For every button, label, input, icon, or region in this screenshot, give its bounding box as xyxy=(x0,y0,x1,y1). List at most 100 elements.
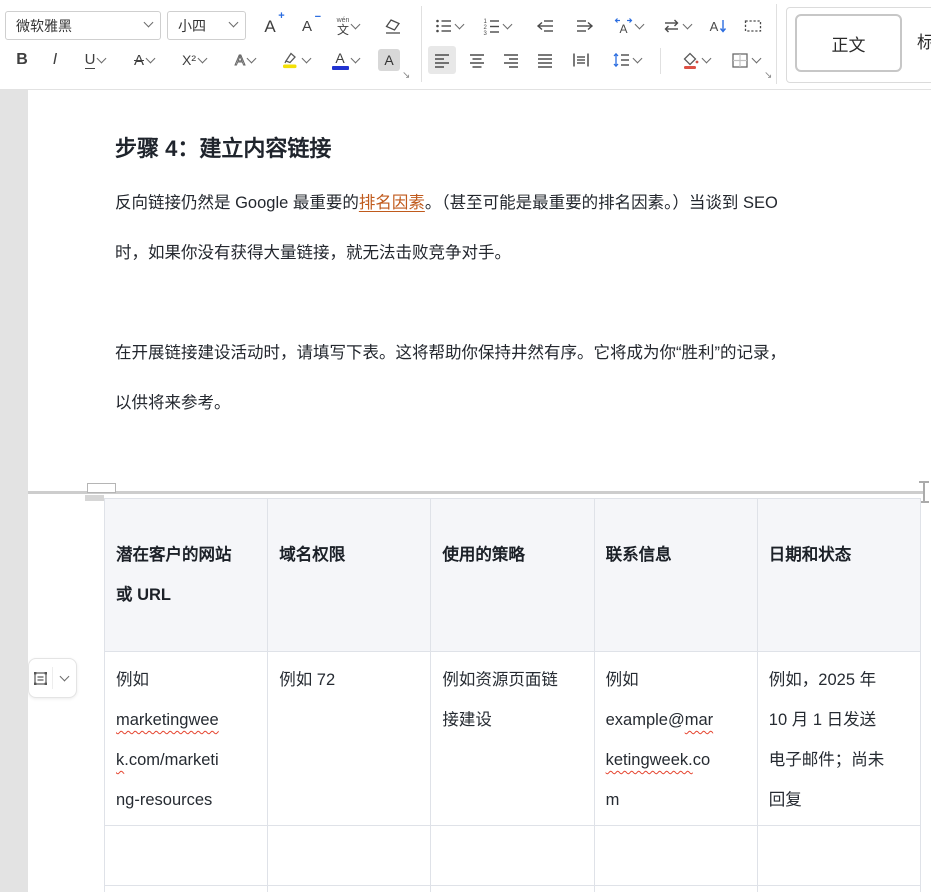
dialog-launcher-icon[interactable]: ↘ xyxy=(764,70,772,81)
line-spacing-button[interactable] xyxy=(601,46,651,74)
text-effects-button[interactable]: A xyxy=(222,45,268,75)
strikethrough-button[interactable]: A xyxy=(122,45,166,75)
sort-icon: A xyxy=(708,17,728,35)
highlight-color-icon xyxy=(280,50,300,70)
increase-indent-button[interactable] xyxy=(566,11,604,41)
italic-button[interactable]: I xyxy=(42,45,68,75)
table-cell[interactable] xyxy=(595,826,758,886)
table-header-row: 潜在客户的网站或 URL域名权限使用的策略 联系信息 日期和状态 xyxy=(105,499,921,652)
align-center-icon xyxy=(468,51,486,69)
table-cell[interactable] xyxy=(105,826,268,886)
text-effects-icon: A xyxy=(235,53,245,68)
sort-button[interactable]: A xyxy=(702,11,734,41)
chevron-down-icon xyxy=(752,53,762,63)
svg-text:A: A xyxy=(619,22,627,35)
table-cell[interactable]: 例如example@marketingweek.com xyxy=(595,652,758,826)
table-header-cell[interactable]: 潜在客户的网站或 URL xyxy=(105,499,268,652)
distribute-button[interactable] xyxy=(565,46,597,74)
table-header-cell[interactable]: 日期和状态 xyxy=(758,499,921,652)
text-segment: marketingwee xyxy=(116,711,219,729)
text-segment: 使用的策略 xyxy=(442,546,525,564)
svg-text:A: A xyxy=(710,19,719,34)
font-color-button[interactable]: A xyxy=(322,45,368,75)
page-separator-mark xyxy=(87,483,116,493)
table-cell[interactable] xyxy=(268,886,431,892)
underline-icon: U xyxy=(85,52,96,69)
table-header-cell[interactable]: 使用的策略 xyxy=(431,499,594,652)
table-cell[interactable]: 例如 72 xyxy=(268,652,431,826)
shading-button[interactable] xyxy=(672,45,718,75)
borders-button[interactable] xyxy=(722,45,768,75)
paragraph-frame-icon xyxy=(743,17,763,35)
text-segment: 联系信息 xyxy=(606,546,672,564)
table-cell[interactable]: 例如资源页面链接建设 xyxy=(431,652,594,826)
align-left-icon xyxy=(433,51,451,69)
document-heading[interactable]: 步骤 4：建立内容链接 xyxy=(115,131,331,163)
table-cell[interactable] xyxy=(758,886,921,892)
paragraph[interactable]: 在开展链接建设活动时，请填写下表。这将帮助你保持井然有序。它将成为你“胜利”的记… xyxy=(115,328,923,428)
text-segment: 潜在客户的网站 xyxy=(116,546,232,564)
dialog-launcher-icon[interactable]: ↘ xyxy=(402,70,410,81)
wrap-button[interactable] xyxy=(654,11,698,41)
text-segment: mar xyxy=(685,711,713,729)
table-cell[interactable] xyxy=(758,826,921,886)
highlight-color-button[interactable] xyxy=(272,45,318,75)
table-options-dropdown[interactable] xyxy=(53,659,76,697)
align-left-button[interactable] xyxy=(428,46,456,74)
toolbar-divider xyxy=(660,48,661,74)
table-header-cell[interactable]: 域名权限 xyxy=(268,499,431,652)
align-right-button[interactable] xyxy=(497,46,525,74)
table-cell[interactable] xyxy=(595,886,758,892)
paragraph-frame-button[interactable] xyxy=(736,11,770,41)
table-cell[interactable] xyxy=(268,826,431,886)
character-shading-icon: A xyxy=(378,49,400,71)
bullet-list-button[interactable] xyxy=(428,11,470,41)
text-segment: 例如，2025 年 xyxy=(769,671,876,689)
grow-font-button[interactable]: A+ xyxy=(252,11,288,41)
chevron-down-icon xyxy=(351,19,361,29)
table-select-control[interactable] xyxy=(28,658,77,698)
ranking-factors-link[interactable]: 排名因素 xyxy=(359,194,425,212)
text-segment: 日期和状态 xyxy=(769,546,852,564)
clear-format-button[interactable] xyxy=(376,11,408,41)
paragraph[interactable]: 反向链接仍然是 Google 最重要的排名因素。（甚至可能是最重要的排名因素。）… xyxy=(115,178,923,278)
table-cell[interactable] xyxy=(431,886,594,892)
font-name-combobox[interactable]: 微软雅黑 xyxy=(5,11,161,40)
justify-button[interactable] xyxy=(531,46,559,74)
table-header-cell[interactable]: 联系信息 xyxy=(595,499,758,652)
font-size-combobox[interactable]: 小四 xyxy=(167,11,246,40)
chevron-down-icon xyxy=(60,671,70,681)
line-spacing-icon xyxy=(612,51,631,69)
bold-button[interactable]: B xyxy=(8,45,36,75)
bullet-list-icon xyxy=(435,17,453,35)
text-segment: 例如资源页面链 xyxy=(442,671,558,689)
superscript-icon: X² xyxy=(182,53,196,67)
align-center-button[interactable] xyxy=(463,46,491,74)
align-right-icon xyxy=(502,51,520,69)
toolbar-divider xyxy=(776,4,777,84)
font-size-value: 小四 xyxy=(178,16,206,36)
table-cell[interactable]: 例如，2025 年10 月 1 日发送电子邮件；尚未回复 xyxy=(758,652,921,826)
table-cell[interactable] xyxy=(105,886,268,892)
font-color-icon: A xyxy=(332,51,349,70)
text-segment: 例如 72 xyxy=(279,671,335,689)
document-page: 步骤 4：建立内容链接 反向链接仍然是 Google 最重要的排名因素。（甚至可… xyxy=(28,90,931,892)
phonetic-guide-button[interactable]: wén 文 xyxy=(326,11,370,41)
chevron-down-icon xyxy=(702,53,712,63)
table-row: 例如marketingweek.com/marketing-resources 例… xyxy=(105,652,921,826)
superscript-button[interactable]: X² xyxy=(172,45,216,75)
character-scale-button[interactable]: A xyxy=(606,11,650,41)
style-item-body-text[interactable]: 正文 xyxy=(795,14,902,72)
underline-button[interactable]: U xyxy=(74,45,116,75)
character-shading-button[interactable]: A xyxy=(374,45,404,75)
page-separator-bar xyxy=(28,491,925,494)
table-cell[interactable]: 例如marketingweek.com/marketing-resources xyxy=(105,652,268,826)
document-gutter xyxy=(0,90,28,892)
style-item-heading1[interactable]: 标题 1 xyxy=(917,28,931,53)
italic-icon: I xyxy=(53,52,57,68)
shrink-font-button[interactable]: A− xyxy=(290,11,324,41)
table-select-button[interactable] xyxy=(29,659,52,697)
table-cell[interactable] xyxy=(431,826,594,886)
numbered-list-button[interactable]: 123 xyxy=(476,11,518,41)
decrease-indent-button[interactable] xyxy=(526,11,564,41)
